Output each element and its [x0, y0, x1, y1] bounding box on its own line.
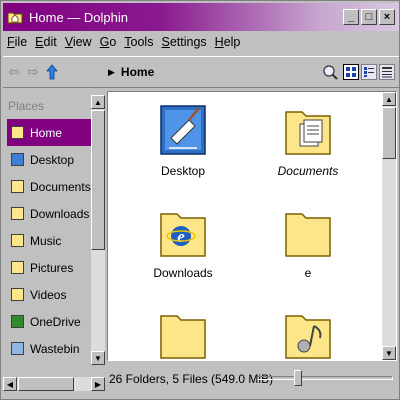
places-panel: Places Home Desktop Documents Downloads …: [3, 91, 105, 393]
file-label: Downloads: [153, 266, 213, 280]
place-item-onedrive[interactable]: OneDrive: [7, 308, 93, 335]
file-label: e: [304, 266, 312, 280]
desktop-icon: [11, 153, 24, 166]
place-item-label: Desktop: [30, 152, 75, 167]
zoom-icon[interactable]: [322, 64, 338, 80]
folder-icon: [159, 306, 207, 360]
documents-folder-icon: [284, 102, 332, 158]
dolphin-window: Home — Dolphin _ □ × File Edit View Go T…: [0, 0, 400, 400]
title-bar[interactable]: Home — Dolphin _ □ ×: [3, 3, 399, 31]
file-view[interactable]: Desktop Documents e Downloads e ▲ ▼: [107, 91, 397, 361]
toolbar: ⇦ ⇨ ▶ Home: [3, 56, 399, 88]
music-folder-icon: [284, 306, 332, 360]
place-item-downloads[interactable]: Downloads: [7, 200, 93, 227]
menu-file[interactable]: File: [3, 35, 31, 49]
minimize-button[interactable]: _: [343, 9, 359, 25]
file-item-e[interactable]: e: [253, 204, 363, 280]
places-list: Home Desktop Documents Downloads Music P…: [7, 119, 93, 379]
onedrive-icon: [11, 315, 24, 328]
menu-go[interactable]: Go: [96, 35, 121, 49]
scroll-up-button[interactable]: ▲: [91, 95, 105, 109]
scroll-left-button[interactable]: ◀: [3, 377, 17, 391]
compact-view-icon[interactable]: [361, 64, 377, 80]
menu-edit[interactable]: Edit: [31, 35, 61, 49]
file-item-desktop[interactable]: Desktop: [128, 102, 238, 178]
place-item-label: Pictures: [30, 260, 74, 275]
place-item-label: Wastebin: [30, 341, 80, 356]
details-view-icon[interactable]: [379, 64, 395, 80]
menu-settings[interactable]: Settings: [157, 35, 210, 49]
place-item-wastebin[interactable]: Wastebin: [7, 335, 93, 362]
scroll-down-button[interactable]: ▼: [382, 346, 396, 360]
scroll-down-button[interactable]: ▼: [91, 351, 105, 365]
svg-text:e: e: [177, 227, 185, 246]
scroll-thumb[interactable]: [18, 377, 74, 391]
forward-arrow-icon[interactable]: ⇨: [25, 64, 41, 80]
place-item-label: Documents: [30, 179, 91, 194]
place-item-home[interactable]: Home: [7, 119, 93, 146]
breadcrumb-chevron-icon: ▶: [108, 66, 115, 77]
scroll-thumb[interactable]: [91, 110, 105, 250]
file-label: Documents: [277, 164, 339, 178]
place-item-label: Downloads: [30, 206, 90, 221]
menu-tools[interactable]: Tools: [120, 35, 157, 49]
desktop-folder-icon: [159, 102, 207, 158]
wastebin-icon: [11, 342, 24, 355]
file-item-downloads[interactable]: e Downloads: [128, 204, 238, 280]
place-item-label: Videos: [30, 287, 67, 302]
places-horizontal-scrollbar[interactable]: ◀ ▶: [3, 377, 105, 391]
place-item-documents[interactable]: Documents: [7, 173, 93, 200]
downloads-icon: [11, 207, 24, 220]
home-folder-icon: [7, 10, 23, 24]
pictures-icon: [11, 261, 24, 274]
folder-icon: [284, 204, 332, 260]
place-item-music[interactable]: Music: [7, 227, 93, 254]
maximize-button[interactable]: □: [361, 9, 377, 25]
up-arrow-icon[interactable]: [44, 64, 60, 80]
place-item-pictures[interactable]: Pictures: [7, 254, 93, 281]
icons-view-icon[interactable]: [343, 64, 359, 80]
scroll-up-button[interactable]: ▲: [382, 92, 396, 106]
close-button[interactable]: ×: [379, 9, 395, 25]
scroll-right-button[interactable]: ▶: [91, 377, 105, 391]
file-item-music-folder[interactable]: [253, 306, 363, 360]
place-item-desktop[interactable]: Desktop: [7, 146, 93, 173]
scroll-thumb[interactable]: [382, 107, 396, 159]
back-arrow-icon[interactable]: ⇦: [6, 64, 22, 80]
downloads-folder-icon: e: [159, 204, 207, 260]
home-icon: [11, 126, 24, 139]
places-header: Places: [8, 99, 45, 113]
breadcrumb-home[interactable]: Home: [121, 65, 154, 79]
file-item-documents[interactable]: Documents: [253, 102, 363, 178]
window-title: Home — Dolphin: [29, 9, 128, 25]
places-vertical-scrollbar[interactable]: ▲ ▼: [91, 95, 105, 365]
menu-bar: File Edit View Go Tools Settings Help: [3, 32, 399, 52]
status-text: 26 Folders, 5 Files (549.0 MiB): [109, 372, 274, 386]
status-bar: 26 Folders, 5 Files (549.0 MiB): [107, 365, 397, 393]
zoom-slider[interactable]: [257, 370, 393, 386]
place-item-label: OneDrive: [30, 314, 81, 329]
zoom-slider-handle[interactable]: [294, 370, 302, 386]
music-icon: [11, 234, 24, 247]
file-label: Desktop: [160, 164, 206, 178]
place-item-label: Music: [30, 233, 62, 248]
menu-view[interactable]: View: [61, 35, 96, 49]
documents-icon: [11, 180, 24, 193]
file-item-folder[interactable]: [128, 306, 238, 360]
file-view-vertical-scrollbar[interactable]: ▲ ▼: [382, 92, 396, 360]
place-item-videos[interactable]: Videos: [7, 281, 93, 308]
menu-help[interactable]: Help: [211, 35, 245, 49]
place-item-label: Home: [30, 125, 63, 140]
videos-icon: [11, 288, 24, 301]
